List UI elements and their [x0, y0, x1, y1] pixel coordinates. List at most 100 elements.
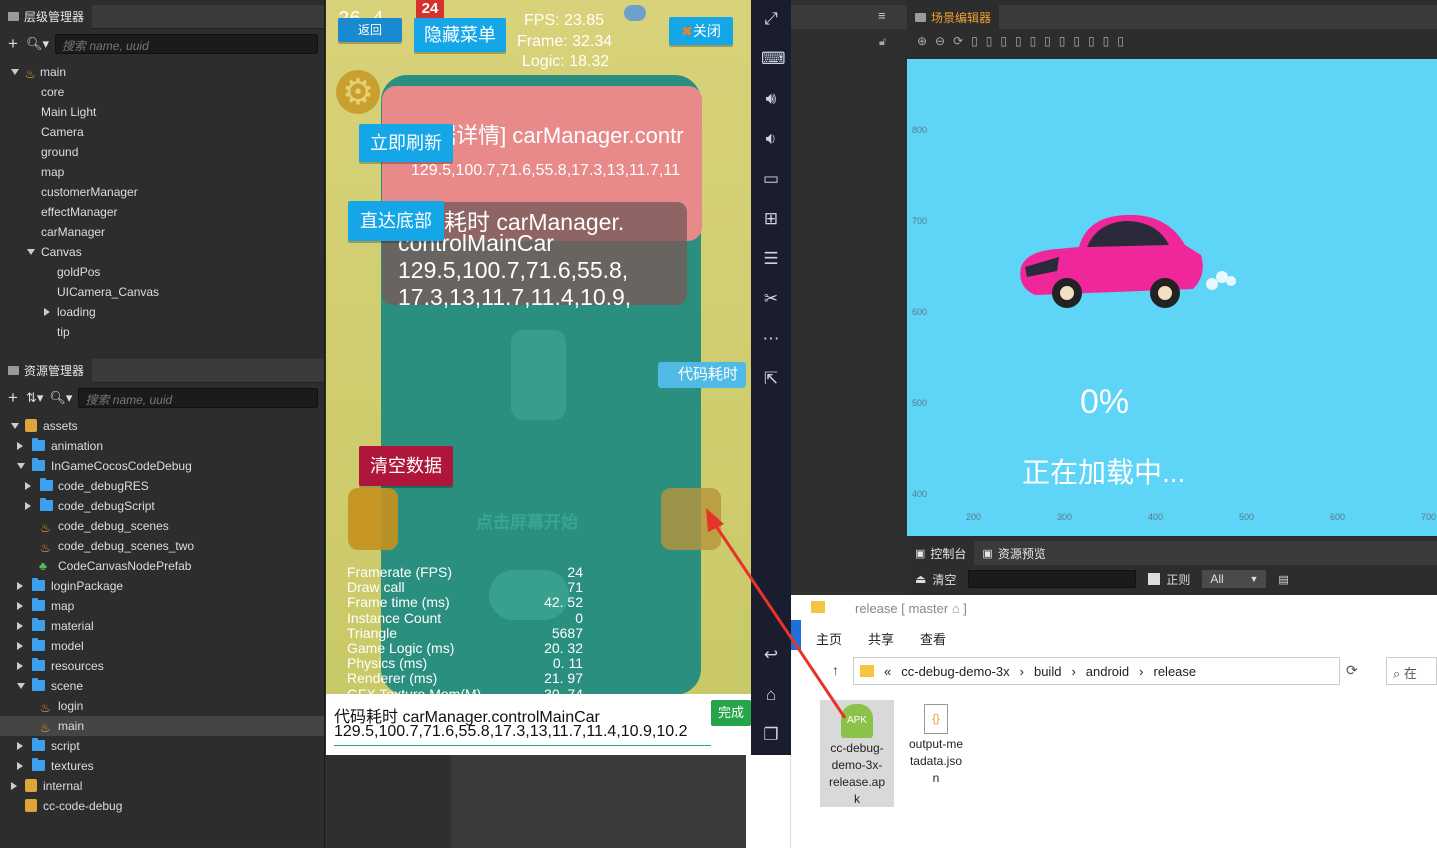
tree-node-loading[interactable]: loading	[0, 302, 324, 322]
gear-icon[interactable]: ⚙	[336, 70, 380, 114]
tree-node-map[interactable]: map	[0, 162, 324, 182]
tree-node-code-debugres[interactable]: code_debugRES	[0, 476, 324, 496]
console-clear-button[interactable]: 清空	[932, 571, 956, 588]
tab-hierarchy[interactable]: 层级管理器	[0, 4, 93, 29]
scissors-icon[interactable]: ✂	[761, 289, 781, 309]
tab-console[interactable]: ▣ 控制台	[907, 541, 975, 565]
tree-node-script[interactable]: script	[0, 736, 324, 756]
input-text-line-2[interactable]: 129.5,100.7,71.6,55.8,17.3,13,11.7,11.4,…	[334, 723, 688, 741]
hierarchy-search-input[interactable]: 搜索 name, uuid	[55, 34, 318, 54]
up-arrow-icon[interactable]: ↑	[832, 662, 839, 678]
close-button[interactable]: ✖关闭	[669, 17, 733, 45]
apk-install-icon[interactable]: ⊞	[761, 209, 781, 229]
refresh-icon[interactable]: ⟳	[1346, 662, 1358, 679]
chevron-right-icon[interactable]	[17, 602, 23, 610]
home-icon[interactable]: ⌂	[761, 685, 781, 705]
hide-menu-button[interactable]: 隐藏菜单	[414, 18, 506, 52]
chevron-right-icon[interactable]	[11, 782, 17, 790]
chevron-down-icon[interactable]	[27, 249, 35, 255]
ribbon-view[interactable]: 查看	[920, 629, 946, 648]
tree-node-main-scene[interactable]: ♨ main	[0, 716, 324, 736]
tab-scene-editor[interactable]: 场景编辑器	[907, 5, 1000, 29]
search-filter-icon[interactable]: 🔍︎▾	[26, 36, 49, 52]
chevron-right-icon[interactable]	[17, 762, 23, 770]
multi-instance-icon[interactable]: ☰	[761, 249, 781, 269]
tree-node-carmanager[interactable]: carManager	[0, 222, 324, 242]
breadcrumb-item[interactable]: release	[1154, 664, 1197, 679]
volume-up-icon[interactable]: 🔊︎	[761, 89, 781, 109]
file-item-json[interactable]: {} output-me tadata.jso n	[900, 700, 972, 790]
log-level-select[interactable]: All ▼	[1202, 570, 1267, 588]
chevron-down-icon[interactable]	[11, 69, 19, 75]
tree-node-ingamecocoscodedebug[interactable]: InGameCocosCodeDebug	[0, 456, 324, 476]
side-label-timing[interactable]: 代码耗时	[658, 362, 746, 388]
breadcrumb-overflow[interactable]: «	[884, 664, 891, 679]
tree-node-code-debug-scenes-two[interactable]: ♨ code_debug_scenes_two	[0, 536, 324, 556]
share-icon[interactable]: ⇱	[761, 369, 781, 389]
ribbon-share[interactable]: 共享	[868, 629, 894, 648]
chevron-right-icon[interactable]	[17, 742, 23, 750]
tree-node-uicamera-canvas[interactable]: UICamera_Canvas	[0, 282, 324, 302]
menu-icon[interactable]: ≡	[878, 8, 886, 23]
breadcrumb-item[interactable]: cc-debug-demo-3x	[901, 664, 1009, 679]
console-filter-input[interactable]	[968, 570, 1137, 588]
tree-node-camera[interactable]: Camera	[0, 122, 324, 142]
refresh-now-button[interactable]: 立即刷新	[359, 124, 453, 162]
tree-node-tip[interactable]: tip	[0, 322, 324, 342]
assets-search-input[interactable]: 搜索 name, uuid	[78, 388, 318, 408]
back-button[interactable]: 返回	[338, 18, 402, 42]
chevron-down-icon[interactable]	[17, 683, 25, 689]
tree-node-effectmanager[interactable]: effectManager	[0, 202, 324, 222]
tree-node-material[interactable]: material	[0, 616, 324, 636]
add-icon[interactable]: +	[6, 388, 20, 408]
tree-node-ground[interactable]: ground	[0, 142, 324, 162]
tree-node-customermanager[interactable]: customerManager	[0, 182, 324, 202]
breadcrumb-item[interactable]: build	[1034, 664, 1061, 679]
tree-node-loginpackage[interactable]: loginPackage	[0, 576, 324, 596]
tree-node-assets[interactable]: assets	[0, 416, 324, 436]
chevron-down-icon[interactable]	[11, 423, 19, 429]
tree-node-cc-code-debug[interactable]: cc-code-debug	[0, 796, 324, 816]
chevron-right-icon[interactable]	[17, 642, 23, 650]
fullscreen-icon[interactable]: ⤢	[761, 9, 781, 29]
chevron-right-icon[interactable]	[17, 582, 23, 590]
tab-assets[interactable]: 资源管理器	[0, 358, 93, 383]
tree-node-resources[interactable]: resources	[0, 656, 324, 676]
tree-node-canvas[interactable]: Canvas	[0, 242, 324, 262]
done-button[interactable]: 完成	[711, 700, 751, 726]
tree-node-map[interactable]: map	[0, 596, 324, 616]
lock-icon[interactable]: 🔓︎	[879, 36, 886, 49]
tree-node-internal[interactable]: internal	[0, 776, 324, 796]
tree-node-core[interactable]: core	[0, 82, 324, 102]
tree-node-main-light[interactable]: Main Light	[0, 102, 324, 122]
chevron-right-icon[interactable]	[25, 502, 31, 510]
scroll-bottom-button[interactable]: 直达底部	[348, 201, 444, 241]
tree-node-code-debugscript[interactable]: code_debugScript	[0, 496, 324, 516]
screen-icon[interactable]: ▭	[761, 169, 781, 189]
recent-apps-icon[interactable]: ❐	[761, 725, 781, 745]
clear-icon[interactable]: ⏏	[915, 572, 926, 586]
address-bar[interactable]: « cc-debug-demo-3x › build › android › rele…	[853, 657, 1340, 685]
sort-icon[interactable]: ⇅▾	[26, 390, 43, 406]
keyboard-icon[interactable]: ⌨	[761, 49, 786, 69]
chevron-right-icon[interactable]	[17, 442, 23, 450]
tab-asset-preview[interactable]: ▣ 资源预览	[974, 541, 1054, 565]
tree-node-login[interactable]: ♨ login	[0, 696, 324, 716]
breadcrumb-item[interactable]: android	[1086, 664, 1129, 679]
chevron-right-icon[interactable]	[17, 622, 23, 630]
tree-node-main[interactable]: ♨ main	[0, 62, 324, 82]
explorer-search[interactable]: ⌕ 在	[1386, 657, 1437, 685]
add-icon[interactable]: +	[6, 34, 20, 54]
tree-node-textures[interactable]: textures	[0, 756, 324, 776]
chevron-right-icon[interactable]	[17, 662, 23, 670]
tree-node-code-debug-scenes[interactable]: ♨ code_debug_scenes	[0, 516, 324, 536]
tree-node-model[interactable]: model	[0, 636, 324, 656]
back-icon[interactable]: ↩	[761, 645, 781, 665]
more-icon[interactable]: ⋯	[761, 329, 781, 349]
tree-node-animation[interactable]: animation	[0, 436, 324, 456]
game-preview[interactable]: ⚙ 点击屏幕开始 26.4 返回 24 隐藏菜单 FPS: 23.85 Fram…	[326, 0, 751, 755]
ribbon-home[interactable]: 主页	[816, 629, 842, 648]
tree-node-codecanvasnodeprefab[interactable]: ♣ CodeCanvasNodePrefab	[0, 556, 324, 576]
chevron-right-icon[interactable]	[44, 308, 50, 316]
file-item-apk[interactable]: APK cc-debug- demo-3x- release.ap k	[820, 700, 894, 807]
